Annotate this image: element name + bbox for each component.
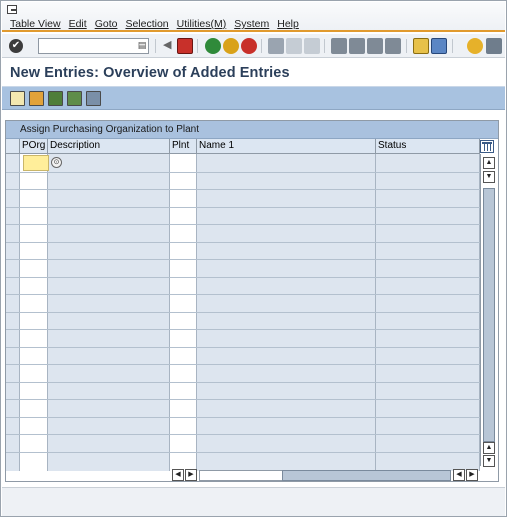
toolbar-separator	[406, 39, 407, 53]
table-row	[6, 294, 480, 295]
toolbar-separator	[261, 39, 262, 53]
horizontal-scroll-thumb[interactable]	[282, 470, 451, 481]
previous-page-icon[interactable]	[349, 38, 365, 54]
toolbar-separator	[197, 39, 198, 53]
table-row	[6, 364, 480, 365]
scroll-right-end-icon[interactable]: ▶	[466, 469, 478, 481]
shortcut-icon[interactable]	[431, 38, 447, 54]
column-header-porg[interactable]: POrg	[20, 139, 48, 154]
next-page-icon[interactable]	[367, 38, 383, 54]
status-bar	[2, 487, 505, 516]
toolbar-separator	[452, 39, 453, 53]
table-row	[6, 311, 480, 313]
scroll-right-icon[interactable]: ▶	[185, 469, 197, 481]
change-display-icon[interactable]	[10, 91, 25, 106]
table-row	[6, 241, 480, 243]
sap-window: Table View Edit Goto Selection Utilities…	[0, 0, 507, 517]
scroll-left-end-icon[interactable]: ◀	[453, 469, 465, 481]
table-row	[6, 399, 480, 400]
back-icon[interactable]	[205, 38, 221, 54]
vertical-scroll-thumb[interactable]	[483, 188, 495, 442]
table-row	[6, 189, 480, 190]
find-icon[interactable]	[286, 38, 302, 54]
name1-column	[197, 154, 376, 471]
porg-column	[20, 154, 48, 471]
find-next-icon[interactable]	[304, 38, 320, 54]
deselect-all-icon[interactable]	[86, 91, 101, 106]
command-history-icon[interactable]: ▤	[136, 38, 148, 52]
exit-icon[interactable]	[223, 38, 239, 54]
table-row	[6, 451, 480, 453]
enter-icon[interactable]: ✔	[9, 39, 23, 53]
select-all-icon[interactable]	[48, 91, 63, 106]
menu-edit[interactable]: Edit	[66, 18, 92, 30]
command-field[interactable]	[38, 38, 149, 54]
vertical-scrollbar[interactable]: ▲ ▼ ▲ ▼	[480, 154, 496, 467]
toolbar-collapse-icon[interactable]: ◀	[163, 38, 171, 51]
customize-icon[interactable]	[486, 38, 502, 54]
save-icon[interactable]	[177, 38, 193, 54]
table-row	[6, 381, 480, 383]
table-row	[6, 276, 480, 278]
menu-table-view[interactable]: Table View	[7, 18, 66, 30]
table-title: Assign Purchasing Organization to Plant	[6, 121, 498, 139]
toolbar-separator	[155, 39, 156, 53]
menu-help[interactable]: Help	[274, 18, 304, 30]
menu-selection[interactable]: Selection	[122, 18, 173, 30]
table-row	[6, 346, 480, 348]
table-row	[6, 224, 480, 225]
row-selector-column[interactable]	[6, 154, 20, 471]
menu-utilities[interactable]: Utilities(M)	[174, 18, 232, 30]
table-row	[6, 329, 480, 330]
table-row	[6, 434, 480, 435]
application-toolbar	[2, 86, 505, 110]
page-title: New Entries: Overview of Added Entries	[10, 65, 290, 81]
print-icon[interactable]	[268, 38, 284, 54]
table-row	[6, 259, 480, 260]
column-header-description[interactable]: Description	[48, 139, 170, 154]
table-row	[6, 416, 480, 418]
table-row	[6, 171, 480, 173]
select-block-icon[interactable]	[67, 91, 82, 106]
scroll-left-icon[interactable]: ◀	[172, 469, 184, 481]
help-icon[interactable]	[467, 38, 483, 54]
value-help-icon[interactable]: ⊙	[51, 157, 62, 168]
column-header-status[interactable]: Status	[376, 139, 480, 154]
first-page-icon[interactable]	[331, 38, 347, 54]
cancel-icon[interactable]	[241, 38, 257, 54]
menu-system[interactable]: System	[231, 18, 274, 30]
toolbar-separator	[324, 39, 325, 53]
menu-bar: Table View Edit Goto Selection Utilities…	[2, 2, 505, 32]
standard-toolbar: ✔ ▤ ◀	[2, 34, 505, 58]
scroll-page-down-icon[interactable]: ▼	[483, 171, 495, 183]
table-row	[6, 206, 480, 208]
scroll-down-icon[interactable]: ▼	[483, 455, 495, 467]
plant-column	[170, 154, 197, 471]
table-control: Assign Purchasing Organization to Plant …	[5, 120, 499, 482]
scroll-up-icon[interactable]: ▲	[483, 157, 495, 169]
status-column	[376, 154, 480, 471]
porg-input[interactable]	[23, 155, 49, 171]
row-selector-header[interactable]	[6, 139, 20, 154]
create-session-icon[interactable]	[413, 38, 429, 54]
save-entries-icon[interactable]	[29, 91, 44, 106]
menu-goto[interactable]: Goto	[92, 18, 123, 30]
menu-items: Table View Edit Goto Selection Utilities…	[7, 18, 304, 30]
last-page-icon[interactable]	[385, 38, 401, 54]
column-header-plant[interactable]: Plnt	[170, 139, 197, 154]
scroll-page-up-icon[interactable]: ▲	[483, 442, 495, 454]
table-settings-icon[interactable]	[480, 140, 494, 153]
system-menu-icon[interactable]	[7, 5, 17, 14]
description-column	[48, 154, 170, 471]
column-header-name1[interactable]: Name 1	[197, 139, 376, 154]
